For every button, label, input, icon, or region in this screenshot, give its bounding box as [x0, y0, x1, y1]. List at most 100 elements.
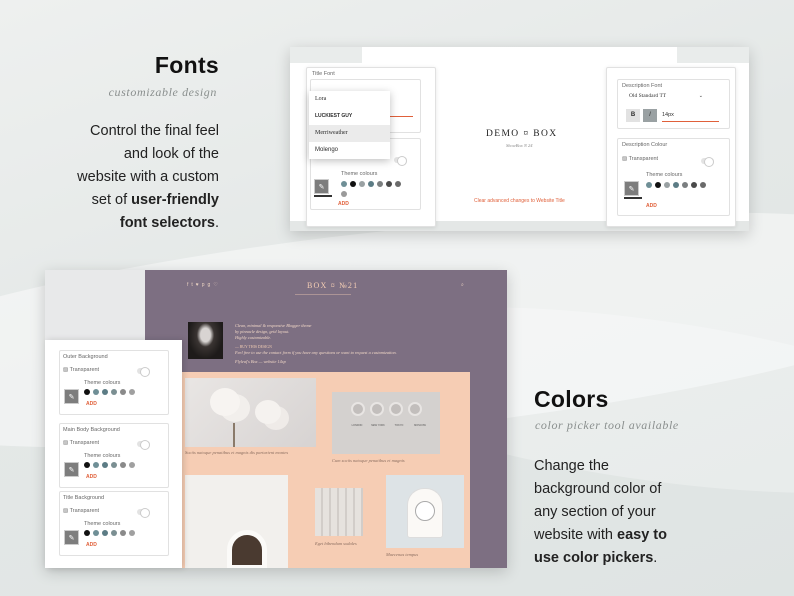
- panel-title: Main Body Background: [63, 427, 120, 433]
- font-option-lora[interactable]: Lora: [309, 91, 390, 108]
- font-option-luckiest-guy[interactable]: LUCKIEST GUY: [309, 108, 390, 125]
- blog-logo: BOX ¤ №21: [307, 281, 359, 290]
- add-colour-button[interactable]: ADD: [86, 401, 97, 407]
- white-arch-photo[interactable]: [185, 475, 288, 568]
- transparent-toggle[interactable]: [137, 367, 150, 377]
- orchid-photo[interactable]: [185, 378, 316, 447]
- fonts-line: set of user-friendly: [0, 189, 219, 212]
- transparent-toggle[interactable]: [701, 157, 714, 167]
- colour-swatch[interactable]: [93, 462, 99, 468]
- custom-colour-swatch[interactable]: ✎: [64, 389, 79, 404]
- bio-line: Highly customizable.: [235, 335, 272, 340]
- transparent-toggle[interactable]: [137, 440, 150, 450]
- colour-swatch[interactable]: [111, 462, 117, 468]
- colors-line: website with easy to: [534, 524, 774, 547]
- colors-text: website with: [534, 527, 618, 543]
- colour-swatch[interactable]: [341, 181, 347, 187]
- colour-swatch[interactable]: [359, 181, 365, 187]
- custom-colour-swatch[interactable]: ✎: [64, 530, 79, 545]
- clock-photo[interactable]: [386, 475, 464, 548]
- add-colour-button[interactable]: ADD: [86, 542, 97, 548]
- transparent-icon: ▨: [63, 508, 70, 514]
- colour-swatch[interactable]: [395, 181, 401, 187]
- clock-label: NEW YORK: [371, 424, 385, 427]
- colour-swatch[interactable]: [84, 389, 90, 395]
- colors-heading: Colors: [534, 386, 609, 412]
- colour-swatch[interactable]: [673, 182, 679, 188]
- custom-colour-swatch[interactable]: ✎: [624, 181, 639, 196]
- swatch-underline: [624, 197, 642, 199]
- colour-swatch[interactable]: [84, 462, 90, 468]
- colour-swatch[interactable]: [120, 530, 126, 536]
- search-icon[interactable]: ⌕: [461, 282, 464, 288]
- colour-swatch[interactable]: [664, 182, 670, 188]
- bio-line: Feel free to use the contact form if you…: [235, 350, 397, 355]
- fonts-line: website with a custom: [77, 169, 219, 185]
- title-font-label: Title Font: [312, 71, 335, 77]
- transparent-label: ▨ Transparent: [622, 156, 658, 162]
- description-font-box: Description Font Old Standard TT ⌄ B I 1…: [617, 79, 730, 129]
- colour-swatch[interactable]: [655, 182, 661, 188]
- italic-button[interactable]: I: [643, 109, 657, 122]
- theme-colour-dots: [84, 389, 135, 395]
- colour-swatch[interactable]: [682, 182, 688, 188]
- transparent-toggle[interactable]: [137, 508, 150, 518]
- colour-swatch[interactable]: [120, 462, 126, 468]
- font-editor-screenshot: Title Font Theme colours ✎ ADD Lora LUCK…: [290, 47, 749, 231]
- theme-colours-label: Theme colours: [646, 172, 683, 178]
- add-colour-button[interactable]: ADD: [338, 201, 349, 207]
- colour-swatch[interactable]: [377, 181, 383, 187]
- colour-swatch[interactable]: [350, 181, 356, 187]
- clock-labels: LONDON NEW YORK TOKYO MOSCOW: [348, 424, 429, 427]
- colors-description: Change the background color of any secti…: [534, 455, 774, 570]
- swatch-underline: [314, 195, 332, 197]
- color-editor-screenshot: ft♥pg♡ BOX ¤ №21 ⌕ Clean, minimal & resp…: [45, 270, 507, 568]
- colour-swatch[interactable]: [386, 181, 392, 187]
- colour-swatch[interactable]: [84, 530, 90, 536]
- clocks-photo[interactable]: LONDON NEW YORK TOKYO MOSCOW: [332, 392, 440, 454]
- colour-swatch[interactable]: [691, 182, 697, 188]
- font-option-molengo[interactable]: Molengo: [309, 142, 390, 159]
- transparent-label: ▨ Transparent: [63, 367, 99, 373]
- panel-title: Outer Background: [63, 354, 108, 360]
- fonts-text: .: [214, 215, 219, 231]
- colors-bold-text: easy to: [617, 527, 667, 543]
- transparent-toggle[interactable]: [394, 156, 407, 166]
- colour-swatch[interactable]: [102, 462, 108, 468]
- colour-swatch[interactable]: [129, 462, 135, 468]
- colour-swatch[interactable]: [646, 182, 652, 188]
- font-select-value: Old Standard TT: [629, 93, 667, 99]
- font-option-merriweather[interactable]: Merriweather: [309, 125, 390, 142]
- colour-swatch[interactable]: [102, 389, 108, 395]
- transparent-icon: ▨: [63, 367, 70, 373]
- fonts-bold-text: font selectors: [119, 215, 215, 231]
- colour-swatch[interactable]: [341, 191, 347, 197]
- colour-swatch[interactable]: [93, 530, 99, 536]
- colour-swatch[interactable]: [700, 182, 706, 188]
- colour-swatch[interactable]: [93, 389, 99, 395]
- colors-text: .: [653, 550, 658, 566]
- colour-swatch[interactable]: [111, 530, 117, 536]
- like-icon[interactable]: ♡: [213, 282, 220, 288]
- transparent-text: Transparent: [69, 508, 100, 514]
- custom-colour-swatch[interactable]: ✎: [314, 179, 329, 194]
- font-size-input[interactable]: 14px: [662, 112, 674, 118]
- cathedral-photo[interactable]: [315, 488, 363, 536]
- header-divider: [295, 294, 351, 295]
- colour-swatch[interactable]: [102, 530, 108, 536]
- custom-colour-swatch[interactable]: ✎: [64, 462, 79, 477]
- social-icons: ft♥pg♡: [187, 282, 221, 288]
- colour-swatch[interactable]: [129, 530, 135, 536]
- colour-swatch[interactable]: [129, 389, 135, 395]
- colour-swatch[interactable]: [368, 181, 374, 187]
- theme-colours-label: Theme colours: [84, 380, 121, 386]
- add-colour-button[interactable]: ADD: [86, 474, 97, 480]
- clock-face: [415, 501, 435, 521]
- bold-button[interactable]: B: [626, 109, 640, 122]
- add-colour-button[interactable]: ADD: [646, 203, 657, 209]
- font-select[interactable]: Old Standard TT ⌄: [629, 93, 703, 99]
- colour-swatch[interactable]: [120, 389, 126, 395]
- clear-changes-link[interactable]: Clear advanced changes to Website Title: [474, 198, 565, 204]
- colour-swatch[interactable]: [111, 389, 117, 395]
- colors-line: Change the: [534, 458, 609, 474]
